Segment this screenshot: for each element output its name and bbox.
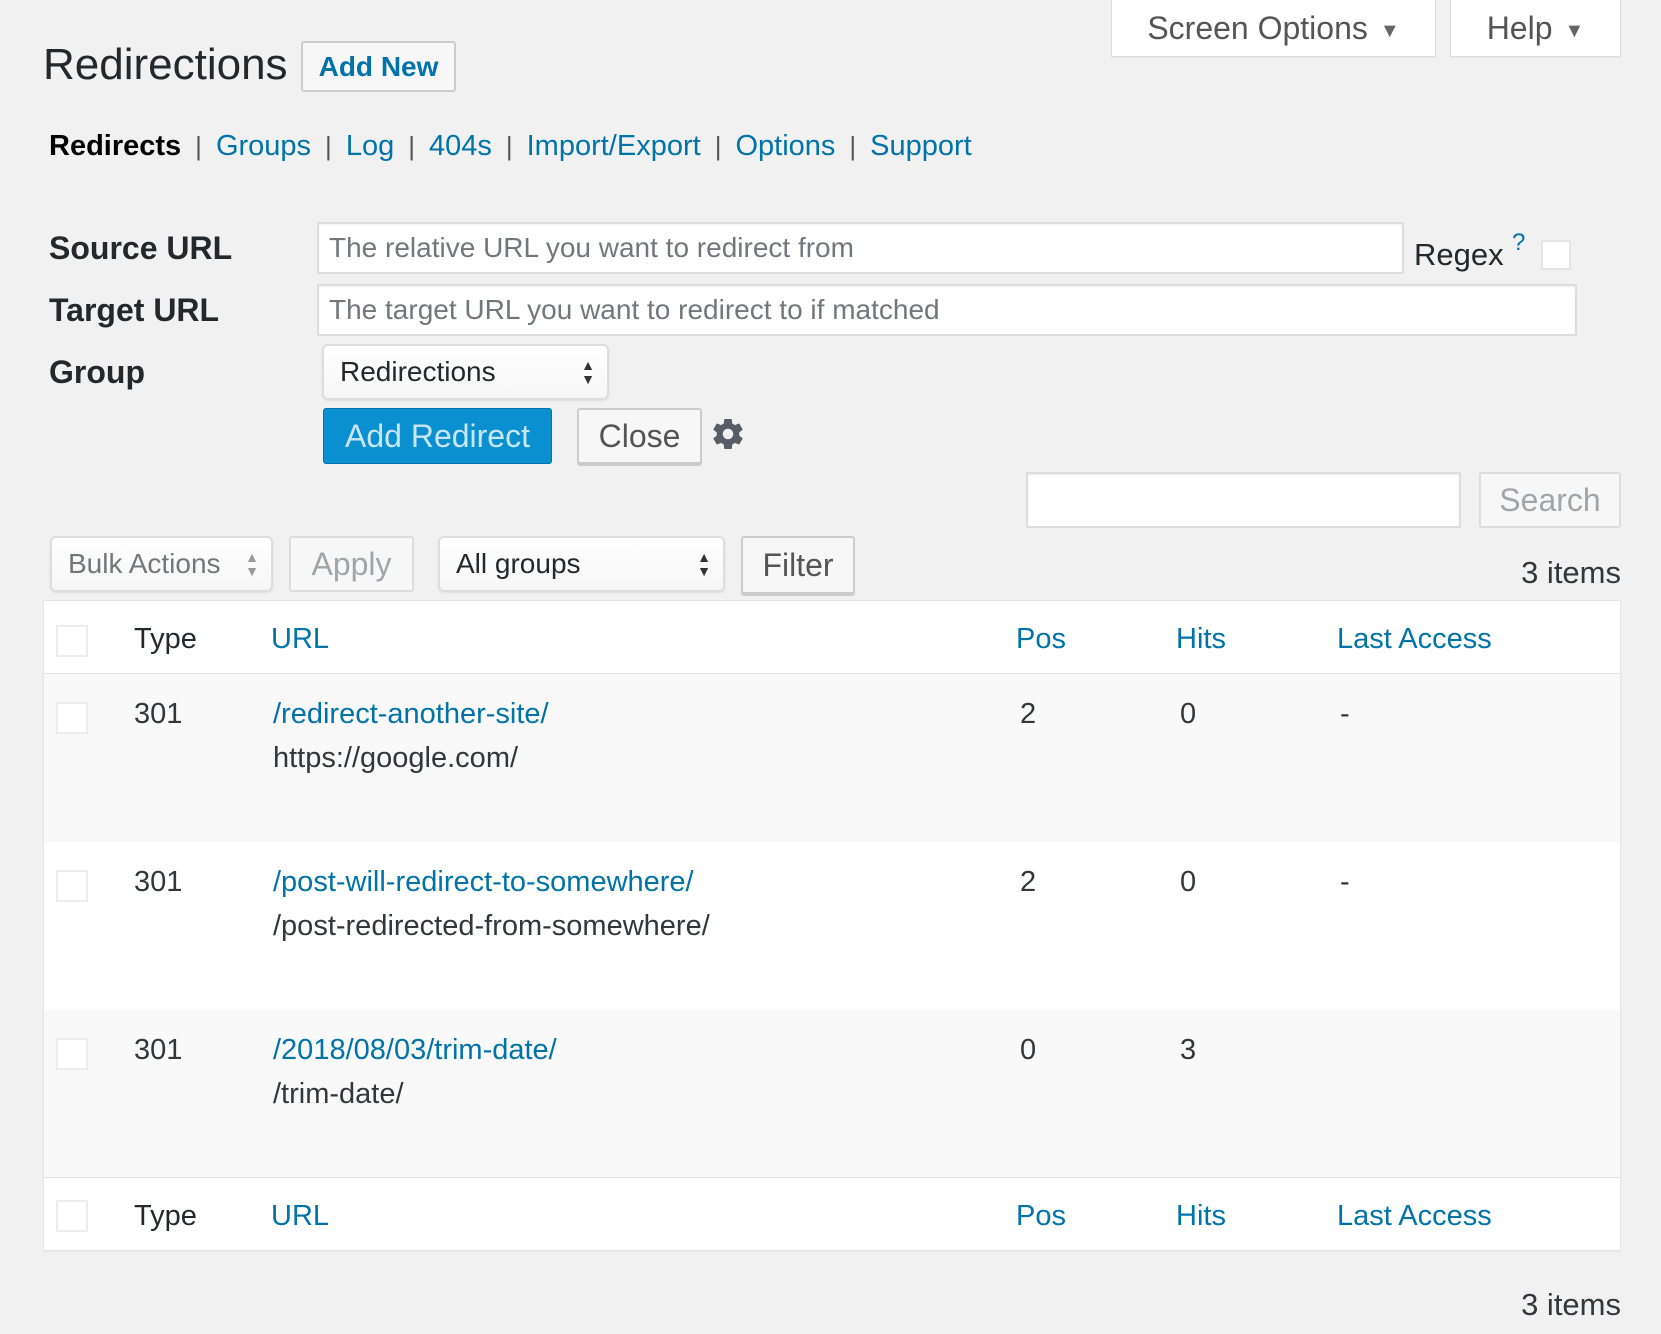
help-tab[interactable]: Help ▼ [1450,0,1621,57]
nav-separator: | [714,131,722,161]
close-button[interactable]: Close [577,408,702,464]
table-footer: Type URL Pos Hits Last Access [44,1177,1620,1250]
regex-label: Regex [1414,237,1504,272]
bulk-actions-value: Bulk Actions [68,548,221,579]
nav-separator: | [325,131,332,161]
column-hits[interactable]: Hits [1176,623,1226,656]
column-url[interactable]: URL [271,623,329,656]
table-header: Type URL Pos Hits Last Access [44,601,1620,674]
nav-import-export[interactable]: Import/Export [527,130,701,163]
row-source-url[interactable]: /2018/08/03/trim-date/ [273,1034,557,1067]
column-type: Type [134,623,197,655]
column-last-access[interactable]: Last Access [1337,1200,1492,1233]
row-pos: 2 [1020,698,1037,730]
row-last-access: - [1340,866,1350,898]
select-all-checkbox[interactable] [56,625,88,657]
items-count: 3 items [1521,1287,1621,1322]
row-checkbox[interactable] [56,702,88,734]
add-new-button[interactable]: Add New [301,41,456,92]
table-row: 301 /redirect-another-site/ https://goog… [44,674,1620,842]
column-url[interactable]: URL [271,1200,329,1233]
row-checkbox[interactable] [56,1038,88,1070]
row-hits: 0 [1180,866,1197,898]
row-hits: 3 [1180,1034,1197,1066]
group-select-value: Redirections [340,356,496,387]
row-target-url: /post-redirected-from-somewhere/ [273,910,710,942]
source-url-input[interactable] [317,222,1404,274]
nav-separator: | [195,131,202,161]
nav-support[interactable]: Support [870,130,972,163]
caret-down-icon: ▼ [1564,19,1585,42]
nav-redirects[interactable]: Redirects [49,130,181,163]
row-target-url: https://google.com/ [273,742,519,774]
apply-button[interactable]: Apply [289,536,414,592]
items-count: 3 items [1521,555,1621,590]
row-source-url[interactable]: /post-will-redirect-to-somewhere/ [273,866,694,899]
row-hits: 0 [1180,698,1197,730]
nav-groups[interactable]: Groups [216,130,311,163]
filter-button[interactable]: Filter [741,536,855,594]
column-pos[interactable]: Pos [1016,623,1066,656]
column-hits[interactable]: Hits [1176,1200,1226,1233]
regex-checkbox[interactable] [1541,240,1571,270]
nav-separator: | [849,131,857,161]
screen-options-label: Screen Options [1147,9,1368,46]
search-input[interactable] [1026,472,1461,528]
help-label: Help [1486,9,1553,46]
page-title: Redirections [43,40,288,89]
target-url-label: Target URL [49,292,220,328]
target-url-input[interactable] [317,284,1577,336]
row-type: 301 [134,866,183,898]
select-arrows-icon: ▲ ▼ [245,549,259,579]
subsubsub-nav: Redirects | Groups | Log | 404s | Import… [49,130,972,163]
row-pos: 0 [1020,1034,1037,1066]
nav-separator: | [408,131,415,161]
row-type: 301 [134,698,183,730]
redirects-table: Type URL Pos Hits Last Access 301 /redir… [43,600,1621,1251]
column-last-access[interactable]: Last Access [1337,623,1492,656]
row-pos: 2 [1020,866,1037,898]
table-row: 301 /post-will-redirect-to-somewhere/ /p… [44,842,1620,1010]
table-row: 301 /2018/08/03/trim-date/ /trim-date/ 0… [44,1010,1620,1178]
group-label: Group [49,354,145,390]
group-filter-select[interactable]: All groups ▲ ▼ [438,536,725,592]
nav-separator: | [505,131,513,161]
column-type: Type [134,1200,197,1232]
row-checkbox[interactable] [56,870,88,902]
screen-options-tab[interactable]: Screen Options ▼ [1111,0,1436,57]
nav-404s[interactable]: 404s [429,130,492,163]
regex-help-link[interactable]: ? [1512,229,1525,257]
select-arrows-icon: ▲ ▼ [581,357,595,387]
select-all-checkbox[interactable] [56,1200,88,1232]
select-arrows-icon: ▲ ▼ [697,549,711,579]
row-last-access: - [1340,698,1350,730]
source-url-label: Source URL [49,230,233,266]
column-pos[interactable]: Pos [1016,1200,1066,1233]
nav-options[interactable]: Options [735,130,835,163]
nav-log[interactable]: Log [346,130,394,163]
group-filter-value: All groups [456,548,581,579]
gear-icon[interactable] [710,416,746,452]
row-type: 301 [134,1034,183,1066]
bulk-actions-select[interactable]: Bulk Actions ▲ ▼ [50,536,273,592]
row-source-url[interactable]: /redirect-another-site/ [273,698,549,731]
group-select[interactable]: Redirections ▲ ▼ [322,344,609,400]
row-target-url: /trim-date/ [273,1078,404,1110]
caret-down-icon: ▼ [1379,19,1400,42]
add-redirect-button[interactable]: Add Redirect [323,408,552,464]
search-button[interactable]: Search [1479,472,1621,528]
